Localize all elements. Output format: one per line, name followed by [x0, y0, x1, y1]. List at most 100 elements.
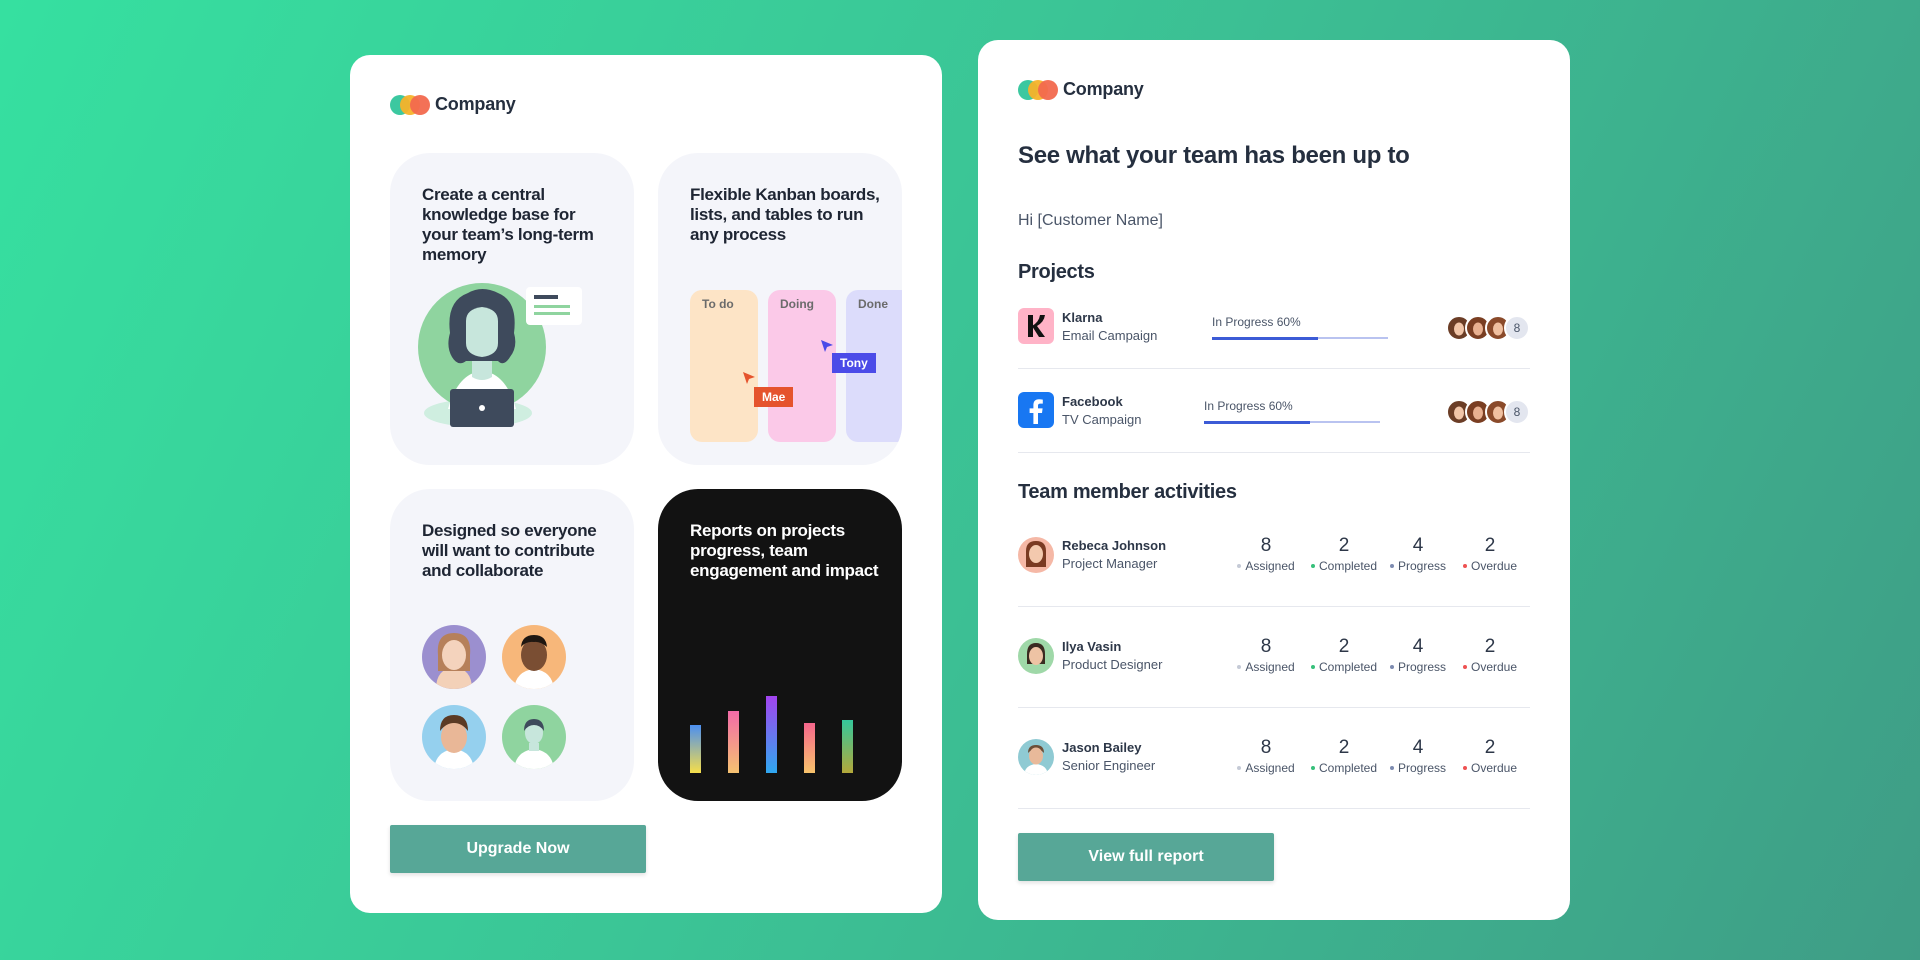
stat-overdue: 2 Overdue [1450, 738, 1530, 775]
stat-progress: 4 Progress [1378, 738, 1458, 775]
project-subtitle: Email Campaign [1062, 328, 1158, 343]
feature-tile-reports: Reports on projects progress, team engag… [658, 489, 902, 801]
member-role: Product Designer [1062, 657, 1163, 672]
facebook-logo-icon [1018, 392, 1054, 428]
project-row-klarna[interactable]: Klarna Email Campaign In Progress 60% 8 [1018, 308, 1530, 348]
email-card-features: Company Create a central knowledge base … [350, 55, 942, 913]
stat-overdue: 2 Overdue [1450, 536, 1530, 573]
stat-value: 8 [1260, 737, 1272, 758]
team-member-row[interactable]: Jason Bailey Senior Engineer 8 Assigned 2… [1018, 738, 1530, 778]
stat-label: Progress [1397, 559, 1447, 573]
kanban-column-doing: Doing [768, 290, 836, 442]
logo-text: Company [1063, 79, 1144, 99]
cursor-arrow-icon [821, 340, 833, 352]
stat-value: 8 [1260, 636, 1272, 657]
progress-fill [1212, 336, 1318, 340]
member-name: Jason Bailey [1062, 740, 1142, 755]
stat-completed: 2 Completed [1304, 637, 1384, 674]
company-logo: Company [390, 94, 516, 115]
member-name: Rebeca Johnson [1062, 538, 1167, 553]
team-activities-section-title: Team member activities [1018, 481, 1237, 503]
stat-assigned: 8 Assigned [1226, 536, 1306, 573]
divider [1018, 368, 1530, 369]
divider [1018, 808, 1530, 809]
project-members: 8 [1446, 315, 1530, 341]
stat-value: 2 [1338, 636, 1350, 657]
stat-label: Completed [1318, 559, 1378, 573]
kanban-column-label: Done [858, 297, 888, 311]
cursor-name-tag: Tony [832, 353, 876, 373]
bar-chart-illustration [690, 696, 853, 773]
stat-assigned: 8 Assigned [1226, 637, 1306, 674]
member-role: Senior Engineer [1062, 758, 1156, 773]
stat-label: Completed [1318, 761, 1378, 775]
stat-assigned: 8 Assigned [1226, 738, 1306, 775]
tile-title: Flexible Kanban boards, lists, and table… [690, 185, 880, 244]
project-members: 8 [1446, 399, 1530, 425]
member-role: Project Manager [1062, 556, 1158, 571]
feature-tile-knowledge-base: Create a central knowledge base for your… [390, 153, 634, 465]
team-avatar [502, 705, 566, 769]
logo-text: Company [435, 94, 516, 114]
stat-completed: 2 Completed [1304, 738, 1384, 775]
stat-label: Progress [1397, 660, 1447, 674]
cursor-name-tag: Mae [754, 387, 794, 407]
member-avatar [1018, 537, 1054, 573]
kanban-column-label: Doing [780, 297, 814, 311]
project-status: In Progress 60% [1204, 399, 1293, 413]
stat-label: Overdue [1470, 660, 1518, 674]
feature-tile-collaborate: Designed so everyone will want to contri… [390, 489, 634, 801]
stat-label: Overdue [1470, 761, 1518, 775]
progress-bar [1204, 420, 1380, 424]
kanban-column-label: To do [702, 297, 734, 311]
logo-mark-icon [1018, 79, 1058, 100]
tile-title: Reports on projects progress, team engag… [690, 521, 879, 580]
chart-bar [842, 720, 853, 773]
stat-overdue: 2 Overdue [1450, 637, 1530, 674]
tile-title: Designed so everyone will want to contri… [422, 521, 597, 580]
stat-value: 4 [1412, 636, 1424, 657]
member-avatar [1018, 739, 1054, 775]
stat-label: Overdue [1470, 559, 1518, 573]
tile-title: Create a central knowledge base for your… [422, 185, 594, 264]
company-logo: Company [1018, 79, 1144, 100]
member-avatar [1018, 638, 1054, 674]
stat-label: Assigned [1245, 761, 1295, 775]
klarna-logo-icon [1018, 308, 1054, 344]
team-avatar [502, 625, 566, 689]
stat-completed: 2 Completed [1304, 536, 1384, 573]
logo-mark-icon [390, 94, 430, 115]
divider [1018, 707, 1530, 708]
projects-section-title: Projects [1018, 261, 1095, 283]
stat-value: 8 [1260, 535, 1272, 556]
stat-value: 2 [1484, 535, 1496, 556]
stat-value: 2 [1338, 535, 1350, 556]
project-status: In Progress 60% [1212, 315, 1301, 329]
stat-label: Assigned [1245, 660, 1295, 674]
team-avatar [422, 625, 486, 689]
stat-value: 4 [1412, 737, 1424, 758]
divider [1018, 452, 1530, 453]
stat-label: Progress [1397, 761, 1447, 775]
project-row-facebook[interactable]: Facebook TV Campaign In Progress 60% 8 [1018, 392, 1530, 432]
chart-bar [804, 723, 815, 773]
email-card-team-report: Company See what your team has been up t… [978, 40, 1570, 920]
kanban-column-todo: To do [690, 290, 758, 442]
project-name: Facebook [1062, 394, 1123, 409]
stat-value: 2 [1338, 737, 1350, 758]
team-member-row[interactable]: Rebeca Johnson Project Manager 8 Assigned… [1018, 536, 1530, 576]
team-member-row[interactable]: Ilya Vasin Product Designer 8 Assigned 2 C… [1018, 637, 1530, 677]
chart-bar [728, 711, 739, 773]
person-with-laptop-illustration [418, 283, 582, 427]
stat-progress: 4 Progress [1378, 536, 1458, 573]
member-count-badge: 8 [1504, 399, 1530, 425]
upgrade-now-button[interactable]: Upgrade Now [390, 825, 646, 873]
progress-fill [1204, 420, 1310, 424]
member-name: Ilya Vasin [1062, 639, 1122, 654]
view-full-report-button[interactable]: View full report [1018, 833, 1274, 881]
project-name: Klarna [1062, 310, 1103, 325]
team-avatar [422, 705, 486, 769]
chart-bar [690, 725, 701, 773]
feature-tile-kanban: Flexible Kanban boards, lists, and table… [658, 153, 902, 465]
stat-label: Assigned [1245, 559, 1295, 573]
